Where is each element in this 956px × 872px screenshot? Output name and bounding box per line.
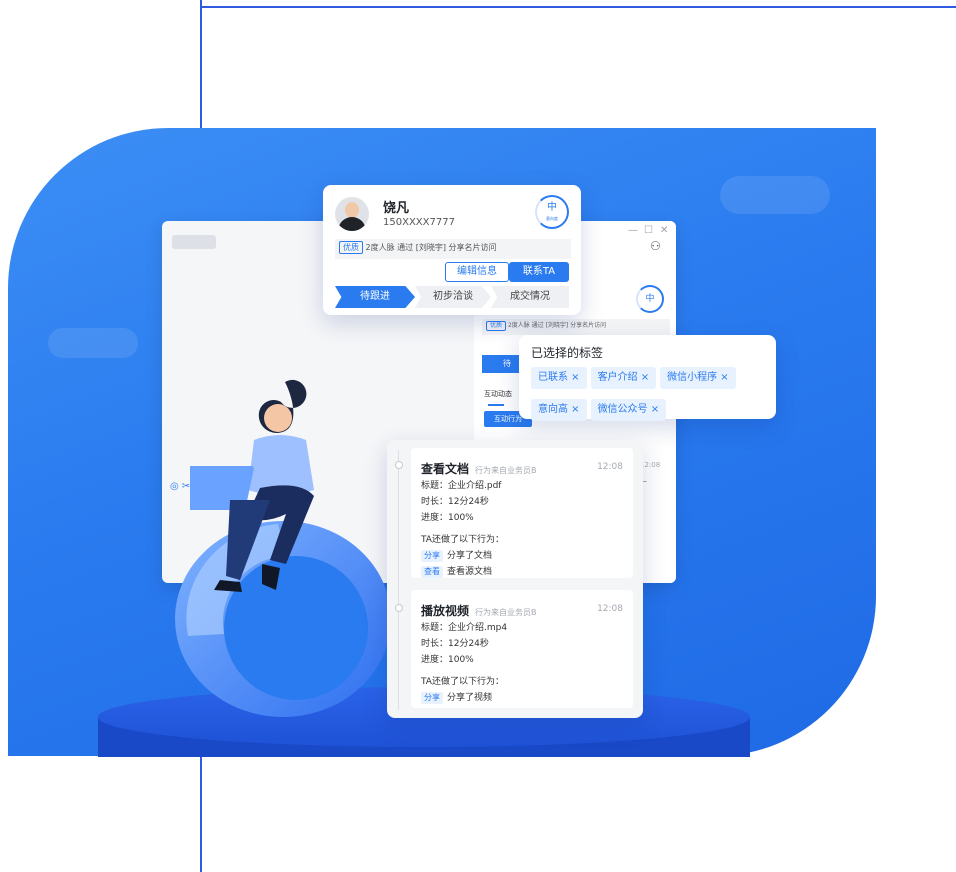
action-row: 分享 分享了视频 <box>421 690 507 706</box>
timeline-item-details: 标题：企业介绍.pdf 时长：12分24秒 进度：100% TA还做了以下行为：… <box>421 478 504 580</box>
action-row: 分享 分享了文档 <box>421 548 504 564</box>
timeline-item-source: 行为来自业务员B <box>475 466 537 475</box>
contact-ta-button[interactable]: 联系TA <box>509 262 569 282</box>
timeline-dot <box>395 461 403 469</box>
avatar <box>335 197 369 231</box>
window-title-placeholder <box>172 235 216 249</box>
action-row: 查看 查看源文档 <box>421 564 504 580</box>
tag-contacted[interactable]: 已联系 × <box>531 367 587 389</box>
tab-underline <box>488 404 504 406</box>
timeline-item-header: 查看文档 行为来自业务员B <box>421 458 537 477</box>
maximize-icon[interactable]: ☐ <box>644 225 653 236</box>
tag-customer-referral[interactable]: 客户介绍 × <box>590 367 657 389</box>
timeline-panel: 查看文档 行为来自业务员B 12:08 标题：企业介绍.pdf 时长：12分24秒… <box>387 440 643 718</box>
frame-line-left-top <box>200 0 202 130</box>
profile-tag-badge: 优质 <box>339 241 363 254</box>
timeline-item-time: 12:08 <box>597 604 623 614</box>
close-icon[interactable]: ✕ <box>660 225 668 236</box>
tag-wechat-miniprogram[interactable]: 微信小程序 × <box>660 367 736 389</box>
profile-phone: 150XXXX7777 <box>383 217 455 228</box>
tag-high-intent[interactable]: 意向高 × <box>531 399 587 421</box>
action-tag-view: 查看 <box>421 566 443 578</box>
detail-line: 进度：100% <box>421 513 474 523</box>
detail-line: 时长：12分24秒 <box>421 497 489 507</box>
woman-illustration <box>190 379 314 592</box>
profile-info-text: 2度人脉 通过 [刘晓宇] 分享名片访问 <box>365 243 497 252</box>
timeline-axis <box>398 450 399 710</box>
timeline-item-header: 播放视频 行为来自业务员B <box>421 600 537 619</box>
side-time: 12:08 <box>640 461 661 469</box>
tab-interaction[interactable]: 互动动态 <box>484 389 512 399</box>
shoe-left <box>214 580 242 592</box>
detail-line: 时长：12分24秒 <box>421 639 489 649</box>
frame-line-top <box>200 6 956 8</box>
tag-wechat-official-account[interactable]: 微信公众号 × <box>590 399 667 421</box>
timeline-item-title: 查看文档 <box>421 462 470 476</box>
action-tag-share: 分享 <box>421 692 443 704</box>
timeline-item-title: 播放视频 <box>421 604 470 618</box>
stage-negotiation[interactable]: 初步洽谈 <box>415 286 491 308</box>
shoe-right <box>262 564 280 590</box>
user-icon[interactable]: ⚇ <box>650 239 661 253</box>
detail-line: 标题：企业介绍.mp4 <box>421 623 508 633</box>
stage-pending[interactable]: 待跟进 <box>335 286 415 308</box>
timeline-item[interactable]: 查看文档 行为来自业务员B 12:08 标题：企业介绍.pdf 时长：12分24秒… <box>411 448 633 578</box>
also-did-label: TA还做了以下行为： <box>421 677 504 687</box>
timeline-item-source: 行为来自业务员B <box>475 608 537 617</box>
side-level-ring: 中 <box>636 285 664 313</box>
profile-name: 饶凡 <box>383 201 410 216</box>
timeline-item-time: 12:08 <box>597 462 623 472</box>
tags-panel-title: 已选择的标签 <box>531 346 604 360</box>
face <box>264 404 292 432</box>
tag-list: 已联系 × 客户介绍 × 微信小程序 × 意向高 × 微信公众号 × <box>531 365 771 429</box>
cloud-decor <box>48 328 138 358</box>
detail-line: 进度：100% <box>421 655 474 665</box>
profile-info-row: 优质 2度人脉 通过 [刘晓宇] 分享名片访问 <box>335 239 571 259</box>
frame-line-left-bottom <box>200 752 202 872</box>
side-info-text: 2度人脉 通过 [刘晓宇] 分享名片访问 <box>507 322 607 329</box>
selected-tags-panel: 已选择的标签 已联系 × 客户介绍 × 微信小程序 × 意向高 × 微信公众号 × <box>519 335 776 421</box>
minimize-icon[interactable]: — <box>628 225 638 236</box>
timeline-dot <box>395 604 403 612</box>
action-text[interactable]: 查看源文档 <box>447 567 492 577</box>
cloud-decor <box>720 176 830 214</box>
stage-deal[interactable]: 成交情况 <box>491 286 569 308</box>
left-toolbar-icons[interactable]: ◎ ✂ <box>170 481 190 492</box>
action-text: 分享了视频 <box>447 693 493 703</box>
level-text: 中 <box>547 202 557 213</box>
action-tag-share: 分享 <box>421 550 443 562</box>
detail-line: 标题：企业介绍.pdf <box>421 481 502 491</box>
timeline-item-details: 标题：企业介绍.mp4 时长：12分24秒 进度：100% TA还做了以下行为：… <box>421 620 507 706</box>
also-did-label: TA还做了以下行为： <box>421 535 504 545</box>
side-tag-badge: 优质 <box>486 321 507 331</box>
action-text: 分享了文档 <box>447 551 493 561</box>
timeline-item[interactable]: 播放视频 行为来自业务员B 12:08 标题：企业介绍.mp4 时长：12分24秒… <box>411 590 633 708</box>
level-subtext: 意向度 <box>546 216 558 221</box>
level-ring: 中 意向度 <box>535 195 569 229</box>
profile-card: 饶凡 150XXXX7777 中 意向度 优质 2度人脉 通过 [刘晓宇] 分享… <box>323 185 581 315</box>
edit-info-button[interactable]: 编辑信息 <box>445 262 509 282</box>
side-info-row: 优质 2度人脉 通过 [刘晓宇] 分享名片访问 <box>482 319 670 335</box>
